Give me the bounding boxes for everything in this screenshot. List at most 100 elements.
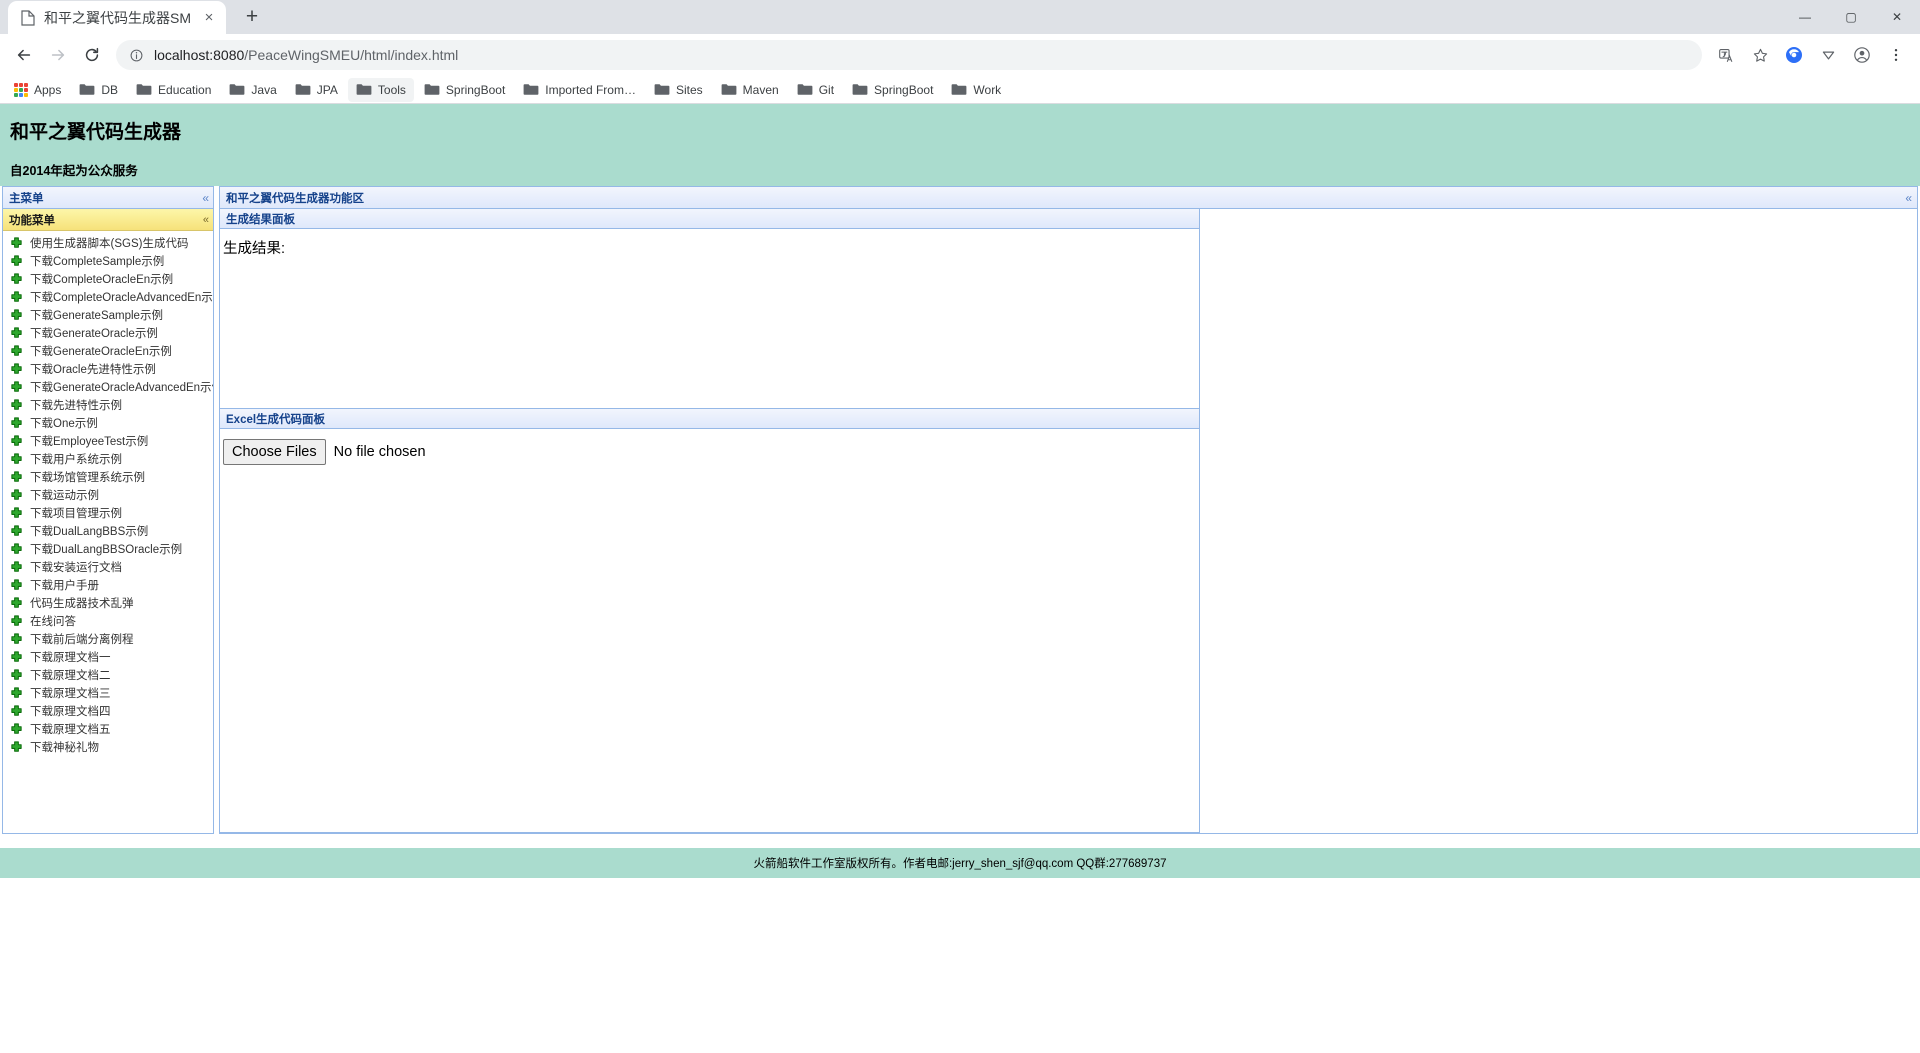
close-icon[interactable]: × — [200, 9, 218, 27]
translate-icon[interactable] — [1710, 39, 1742, 71]
excel-panel-header: Excel生成代码面板 — [220, 409, 1199, 429]
bookmark-springboot-2[interactable]: SpringBoot — [844, 78, 941, 102]
extension-icon[interactable] — [1778, 39, 1810, 71]
green-plus-icon — [9, 668, 23, 682]
sidebar-menu-item[interactable]: 下载DualLangBBS示例 — [3, 522, 213, 540]
excel-panel-body: Choose Files No file chosen — [220, 429, 1199, 832]
sidebar-menu-item-label: 代码生成器技术乱弹 — [30, 598, 134, 610]
green-plus-icon — [9, 272, 23, 286]
bookmark-db[interactable]: DB — [71, 78, 126, 102]
bookmark-label: JPA — [316, 82, 338, 97]
sidebar-menu-item[interactable]: 下载GenerateOracle示例 — [3, 324, 213, 342]
browser-tab[interactable]: 和平之翼代码生成器SMEU × — [8, 1, 226, 34]
bookmark-label: Java — [251, 82, 277, 97]
sidebar-menu-item[interactable]: 下载EmployeeTest示例 — [3, 432, 213, 450]
sidebar-menu-item[interactable]: 下载原理文档四 — [3, 702, 213, 720]
bookmark-apps[interactable]: Apps — [6, 78, 69, 102]
sidebar-menu-item[interactable]: 下载CompleteSample示例 — [3, 252, 213, 270]
sidebar-menu-item-label: 下载原理文档二 — [30, 670, 111, 682]
chevron-up-icon[interactable]: « — [203, 214, 209, 226]
sidebar-menu-item[interactable]: 下载DualLangBBSOracle示例 — [3, 540, 213, 558]
green-plus-icon — [9, 416, 23, 430]
sidebar-menu-item-label: 下载GenerateOracle示例 — [30, 328, 158, 340]
bookmark-label: Education — [158, 82, 212, 97]
sidebar-menu-item[interactable]: 下载GenerateSample示例 — [3, 306, 213, 324]
reload-icon[interactable] — [76, 39, 108, 71]
downloads-icon[interactable] — [1812, 39, 1844, 71]
sidebar-menu-item-label: 下载CompleteSample示例 — [30, 256, 165, 268]
back-icon[interactable] — [8, 39, 40, 71]
page-footer: 火箭船软件工作室版权所有。作者电邮:jerry_shen_sjf@qq.com … — [0, 848, 1920, 878]
sidebar-menu-item-label: 下载原理文档五 — [30, 724, 111, 736]
main-panel: 和平之翼代码生成器功能区 « 生成结果面板 生成结果: Excel生成代码面板 … — [219, 186, 1918, 834]
result-panel-body: 生成结果: — [220, 229, 1199, 408]
sidebar-menu-item[interactable]: 下载用户手册 — [3, 576, 213, 594]
sidebar-menu-item[interactable]: 下载原理文档五 — [3, 720, 213, 738]
sidebar-panel-header: 主菜单 « — [3, 187, 213, 209]
result-panel-title: 生成结果面板 — [226, 213, 295, 226]
sidebar-menu-item[interactable]: 下载原理文档二 — [3, 666, 213, 684]
sidebar-menu-list: 使用生成器脚本(SGS)生成代码下载CompleteSample示例下载Comp… — [3, 231, 213, 833]
new-tab-button[interactable]: + — [236, 1, 268, 33]
toolbar-right-actions — [1710, 39, 1912, 71]
sidebar-menu-item[interactable]: 下载CompleteOracleAdvancedEn示例 — [3, 288, 213, 306]
tab-title: 和平之翼代码生成器SMEU — [44, 9, 192, 26]
bookmark-sites[interactable]: Sites — [646, 78, 711, 102]
collapse-right-icon[interactable]: « — [1905, 192, 1912, 204]
folder-icon — [523, 83, 539, 96]
excel-panel: Excel生成代码面板 Choose Files No file chosen — [220, 409, 1200, 833]
sidebar-menu-item[interactable]: 下载用户系统示例 — [3, 450, 213, 468]
center-column: 生成结果面板 生成结果: Excel生成代码面板 Choose Files No… — [220, 209, 1200, 833]
sidebar-menu-item[interactable]: 下载运动示例 — [3, 486, 213, 504]
info-icon[interactable] — [128, 47, 144, 63]
bookmark-education[interactable]: Education — [128, 78, 219, 102]
sidebar-menu-item-label: 下载Oracle先进特性示例 — [30, 364, 156, 376]
sidebar-menu-item[interactable]: 下载前后端分离例程 — [3, 630, 213, 648]
bookmark-maven[interactable]: Maven — [713, 78, 787, 102]
bookmark-tools[interactable]: Tools — [347, 77, 414, 102]
bookmark-work[interactable]: Work — [943, 78, 1009, 102]
sidebar-menu-item[interactable]: 代码生成器技术乱弹 — [3, 594, 213, 612]
forward-icon[interactable] — [42, 39, 74, 71]
maximize-button[interactable]: ▢ — [1828, 0, 1874, 34]
green-plus-icon — [9, 542, 23, 556]
bookmark-springboot[interactable]: SpringBoot — [416, 78, 513, 102]
sidebar-menu-item-label: 下载原理文档四 — [30, 706, 111, 718]
sidebar-menu-item[interactable]: 下载项目管理示例 — [3, 504, 213, 522]
sidebar-menu-item-label: 下载用户手册 — [30, 580, 99, 592]
choose-files-button[interactable]: Choose Files — [223, 439, 326, 465]
sidebar-menu-item-label: 下载DualLangBBSOracle示例 — [30, 544, 183, 556]
sidebar-menu-item[interactable]: 下载原理文档三 — [3, 684, 213, 702]
bookmark-imported-from[interactable]: Imported From… — [515, 78, 644, 102]
bookmark-java[interactable]: Java — [221, 78, 284, 102]
bookmark-label: Git — [818, 82, 835, 97]
close-window-button[interactable]: ✕ — [1874, 0, 1920, 34]
folder-icon — [136, 83, 152, 96]
address-bar[interactable]: localhost:8080/PeaceWingSMEU/html/index.… — [116, 40, 1702, 70]
bookmark-jpa[interactable]: JPA — [287, 78, 346, 102]
sidebar-menu-item[interactable]: 下载GenerateOracleEn示例 — [3, 342, 213, 360]
sidebar-menu-item[interactable]: 下载GenerateOracleAdvancedEn示例 — [3, 378, 213, 396]
sidebar-menu-item[interactable]: 下载CompleteOracleEn示例 — [3, 270, 213, 288]
accordion-header-function-menu[interactable]: 功能菜单 « — [3, 209, 213, 231]
sidebar-menu-item[interactable]: 下载安装运行文档 — [3, 558, 213, 576]
folder-icon — [852, 83, 868, 96]
bookmark-git[interactable]: Git — [789, 78, 842, 102]
profile-icon[interactable] — [1846, 39, 1878, 71]
sidebar-menu-item[interactable]: 在线问答 — [3, 612, 213, 630]
sidebar-menu-item[interactable]: 下载原理文档一 — [3, 648, 213, 666]
sidebar-menu-item[interactable]: 下载One示例 — [3, 414, 213, 432]
sidebar-menu-item[interactable]: 下载先进特性示例 — [3, 396, 213, 414]
sidebar-menu-item-label: 下载项目管理示例 — [30, 508, 122, 520]
collapse-left-icon[interactable]: « — [202, 192, 209, 204]
sidebar-menu-item[interactable]: 下载Oracle先进特性示例 — [3, 360, 213, 378]
sidebar-menu-item[interactable]: 下载场馆管理系统示例 — [3, 468, 213, 486]
green-plus-icon — [9, 722, 23, 736]
bookmark-star-icon[interactable] — [1744, 39, 1776, 71]
sidebar-menu-item[interactable]: 使用生成器脚本(SGS)生成代码 — [3, 234, 213, 252]
excel-panel-title: Excel生成代码面板 — [226, 413, 326, 426]
minimize-button[interactable]: — — [1782, 0, 1828, 34]
menu-icon[interactable] — [1880, 39, 1912, 71]
result-panel: 生成结果面板 生成结果: — [220, 209, 1200, 409]
sidebar-menu-item[interactable]: 下载神秘礼物 — [3, 738, 213, 756]
